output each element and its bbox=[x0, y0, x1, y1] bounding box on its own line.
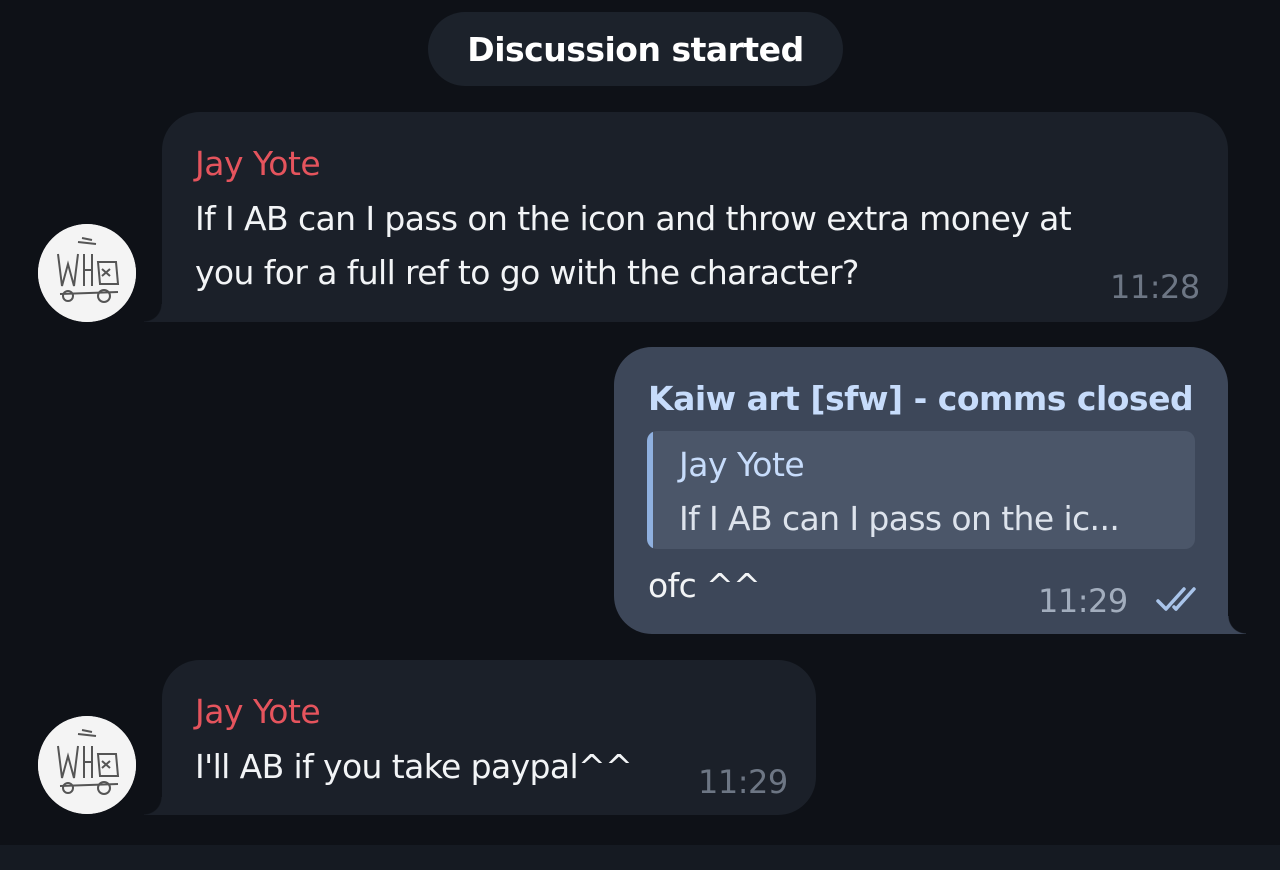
reply-accent-bar bbox=[647, 431, 653, 549]
message-time: 11:28 bbox=[1110, 268, 1200, 306]
message-text: ofc ^^ bbox=[648, 566, 761, 605]
sender-name[interactable]: Jay Yote bbox=[195, 144, 321, 183]
message-text: I'll AB if you take paypal^^ bbox=[195, 747, 633, 786]
double-check-icon bbox=[1156, 587, 1196, 611]
reply-preview-text: If I AB can I pass on the ic... bbox=[679, 499, 1120, 538]
message-bubble-incoming[interactable]: Jay Yote If I AB can I pass on the icon … bbox=[144, 112, 1228, 322]
message-bubble-outgoing[interactable]: Kaiw art [sfw] - comms closed Jay Yote I… bbox=[614, 347, 1246, 634]
message-bubble-incoming[interactable]: Jay Yote I'll AB if you take paypal^^ 11… bbox=[144, 660, 816, 815]
message-text: If I AB can I pass on the icon and throw… bbox=[195, 199, 1072, 238]
avatar-sketch-icon bbox=[38, 716, 136, 814]
message-time: 11:29 bbox=[698, 763, 788, 801]
message-time: 11:29 bbox=[1038, 582, 1128, 620]
message-text: you for a full ref to go with the charac… bbox=[195, 253, 859, 292]
composer-bar-edge bbox=[0, 845, 1280, 870]
avatar[interactable] bbox=[38, 224, 136, 322]
avatar[interactable] bbox=[38, 716, 136, 814]
sender-name[interactable]: Kaiw art [sfw] - comms closed bbox=[648, 379, 1194, 418]
sender-name[interactable]: Jay Yote bbox=[195, 692, 321, 731]
reply-quote[interactable]: Jay Yote If I AB can I pass on the ic... bbox=[647, 431, 1195, 549]
reply-sender-name: Jay Yote bbox=[679, 445, 805, 484]
chat-history[interactable]: Discussion started Jay Yote If I AB can … bbox=[0, 0, 1280, 845]
discussion-started-label: Discussion started bbox=[428, 12, 843, 86]
avatar-sketch-icon bbox=[38, 224, 136, 322]
